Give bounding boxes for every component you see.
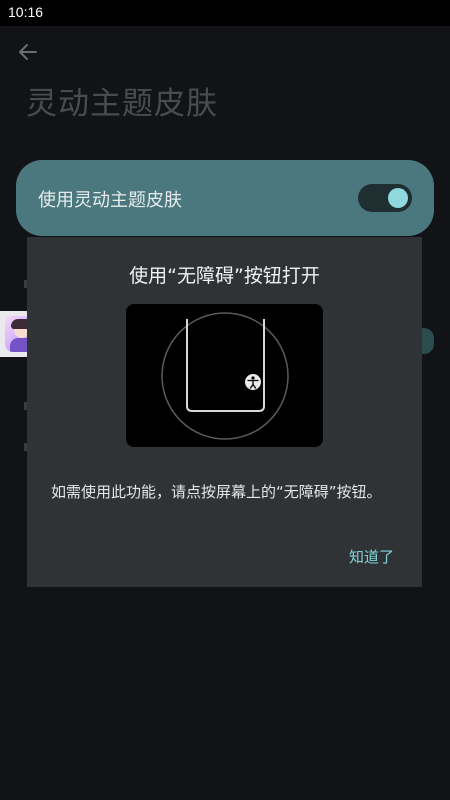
back-button[interactable] [14, 38, 42, 66]
accessibility-illustration [126, 304, 323, 447]
status-bar: 10:16 [0, 0, 450, 26]
switch-knob [388, 188, 408, 208]
theme-skin-toggle-card[interactable]: 使用灵动主题皮肤 [16, 160, 434, 236]
theme-skin-toggle-label: 使用灵动主题皮肤 [38, 190, 182, 211]
accessibility-icon [245, 374, 261, 390]
arrow-left-icon [19, 44, 37, 60]
page-title: 灵动主题皮肤 [26, 86, 218, 122]
theme-skin-switch[interactable] [358, 184, 412, 212]
accessibility-dialog: 使用“无障碍”按钮打开 如需使用此功能，请点按屏幕上的“无障碍”按钮。 知道了 [27, 237, 422, 587]
dialog-title: 使用“无障碍”按钮打开 [129, 265, 320, 287]
dialog-ok-button[interactable]: 知道了 [349, 546, 394, 567]
status-time: 10:16 [8, 4, 44, 20]
dialog-message: 如需使用此功能，请点按屏幕上的“无障碍”按钮。 [51, 483, 382, 501]
